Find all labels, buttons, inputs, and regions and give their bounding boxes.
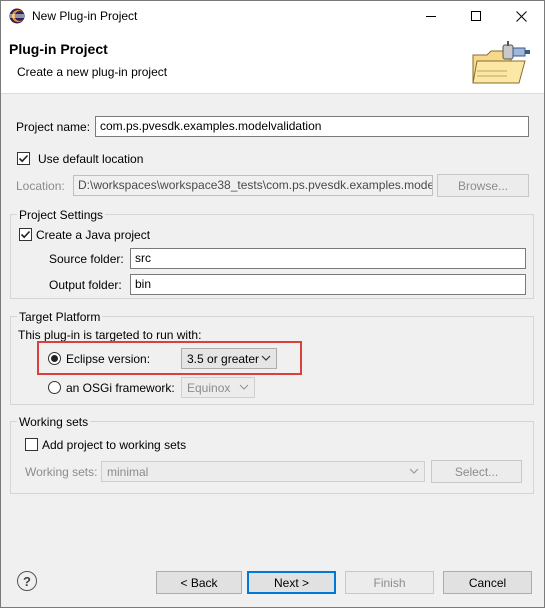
source-folder-label: Source folder: bbox=[49, 252, 124, 266]
back-button[interactable]: < Back bbox=[156, 571, 242, 594]
eclipse-version-select[interactable]: 3.5 or greater bbox=[181, 348, 277, 369]
check-icon bbox=[18, 154, 29, 163]
output-folder-input[interactable]: bin bbox=[130, 274, 526, 295]
osgi-framework-value: Equinox bbox=[187, 381, 231, 395]
location-input[interactable]: D:\workspaces\workspace38_tests\com.ps.p… bbox=[73, 175, 433, 196]
eclipse-icon bbox=[9, 8, 25, 24]
add-to-working-sets-checkbox[interactable] bbox=[25, 438, 38, 451]
cancel-button[interactable]: Cancel bbox=[443, 571, 532, 594]
osgi-framework-label: an OSGi framework: bbox=[66, 381, 175, 395]
finish-button[interactable]: Finish bbox=[345, 571, 434, 594]
chevron-down-icon bbox=[409, 468, 419, 474]
output-folder-label: Output folder: bbox=[49, 278, 122, 292]
window-title: New Plug-in Project bbox=[32, 9, 138, 23]
help-button[interactable]: ? bbox=[17, 571, 37, 591]
target-platform-title: Target Platform bbox=[17, 310, 103, 324]
project-settings-title: Project Settings bbox=[17, 208, 106, 222]
location-label: Location: bbox=[16, 179, 65, 193]
title-bar: New Plug-in Project bbox=[1, 1, 544, 31]
eclipse-version-value: 3.5 or greater bbox=[187, 352, 260, 366]
project-name-input[interactable]: com.ps.pvesdk.examples.modelvalidation bbox=[95, 116, 529, 137]
help-icon: ? bbox=[23, 573, 31, 589]
working-sets-title: Working sets bbox=[17, 415, 91, 429]
create-java-project-checkbox[interactable] bbox=[19, 228, 32, 241]
create-java-project-label: Create a Java project bbox=[36, 228, 151, 242]
close-icon bbox=[516, 10, 527, 22]
select-working-sets-button[interactable]: Select... bbox=[431, 460, 522, 483]
page-title: Plug-in Project bbox=[9, 41, 108, 57]
chevron-down-icon bbox=[261, 355, 271, 361]
working-sets-value: minimal bbox=[107, 465, 149, 479]
radio-selected-dot bbox=[51, 355, 58, 362]
new-plugin-project-dialog: New Plug-in Project Plug-in Project Crea… bbox=[0, 0, 545, 608]
browse-button[interactable]: Browse... bbox=[437, 174, 529, 197]
eclipse-version-radio[interactable] bbox=[48, 352, 61, 365]
project-name-label: Project name: bbox=[16, 120, 91, 134]
working-sets-group bbox=[10, 421, 534, 494]
use-default-location-checkbox[interactable] bbox=[17, 152, 30, 165]
page-description: Create a new plug-in project bbox=[17, 65, 168, 79]
add-to-working-sets-label: Add project to working sets bbox=[42, 438, 187, 452]
next-button[interactable]: Next > bbox=[247, 571, 336, 594]
check-icon bbox=[20, 230, 31, 239]
chevron-down-icon bbox=[239, 384, 249, 390]
wizard-banner: Plug-in Project Create a new plug-in pro… bbox=[1, 31, 544, 94]
use-default-location-label: Use default location bbox=[38, 152, 144, 166]
working-sets-select[interactable]: minimal bbox=[101, 461, 425, 482]
eclipse-version-label: Eclipse version: bbox=[66, 352, 151, 366]
working-sets-label: Working sets: bbox=[25, 465, 98, 479]
target-platform-intro: This plug-in is targeted to run with: bbox=[18, 328, 202, 342]
minimize-button[interactable] bbox=[409, 1, 454, 31]
close-button[interactable] bbox=[499, 1, 544, 31]
plugin-folder-icon bbox=[472, 41, 530, 84]
maximize-button[interactable] bbox=[454, 1, 499, 31]
maximize-icon bbox=[471, 10, 481, 21]
osgi-framework-radio[interactable] bbox=[48, 381, 61, 394]
minimize-icon bbox=[426, 15, 436, 17]
source-folder-input[interactable]: src bbox=[130, 248, 526, 269]
osgi-framework-select[interactable]: Equinox bbox=[181, 377, 255, 398]
